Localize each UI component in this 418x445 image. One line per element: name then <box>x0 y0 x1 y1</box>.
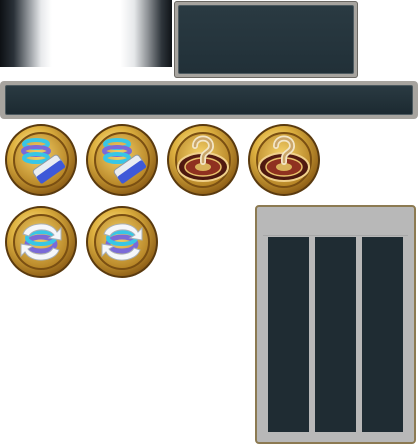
table-column-2[interactable] <box>315 237 356 432</box>
swap-arrows-button-2[interactable] <box>84 204 160 280</box>
spring-eraser-button-2[interactable] <box>84 122 160 198</box>
table-panel <box>255 205 416 444</box>
table-column-1[interactable] <box>268 237 309 432</box>
wide-input-field[interactable] <box>5 85 413 115</box>
top-display-screen <box>178 5 354 74</box>
table-header <box>263 213 408 236</box>
roulette-question-icon <box>167 124 239 196</box>
swap-arrows-icon <box>5 206 77 278</box>
roulette-question-icon <box>248 124 320 196</box>
swap-arrows-icon <box>86 206 158 278</box>
table-column-3[interactable] <box>362 237 403 432</box>
spring-eraser-button-1[interactable] <box>3 122 79 198</box>
roulette-question-button-2[interactable] <box>246 122 322 198</box>
swap-arrows-button-1[interactable] <box>3 204 79 280</box>
gradient-divider-strip <box>0 0 172 67</box>
top-display-panel <box>174 1 358 78</box>
spring-eraser-icon <box>5 124 77 196</box>
roulette-question-button-1[interactable] <box>165 122 241 198</box>
wide-input-bar[interactable] <box>0 81 418 119</box>
spring-eraser-icon <box>86 124 158 196</box>
